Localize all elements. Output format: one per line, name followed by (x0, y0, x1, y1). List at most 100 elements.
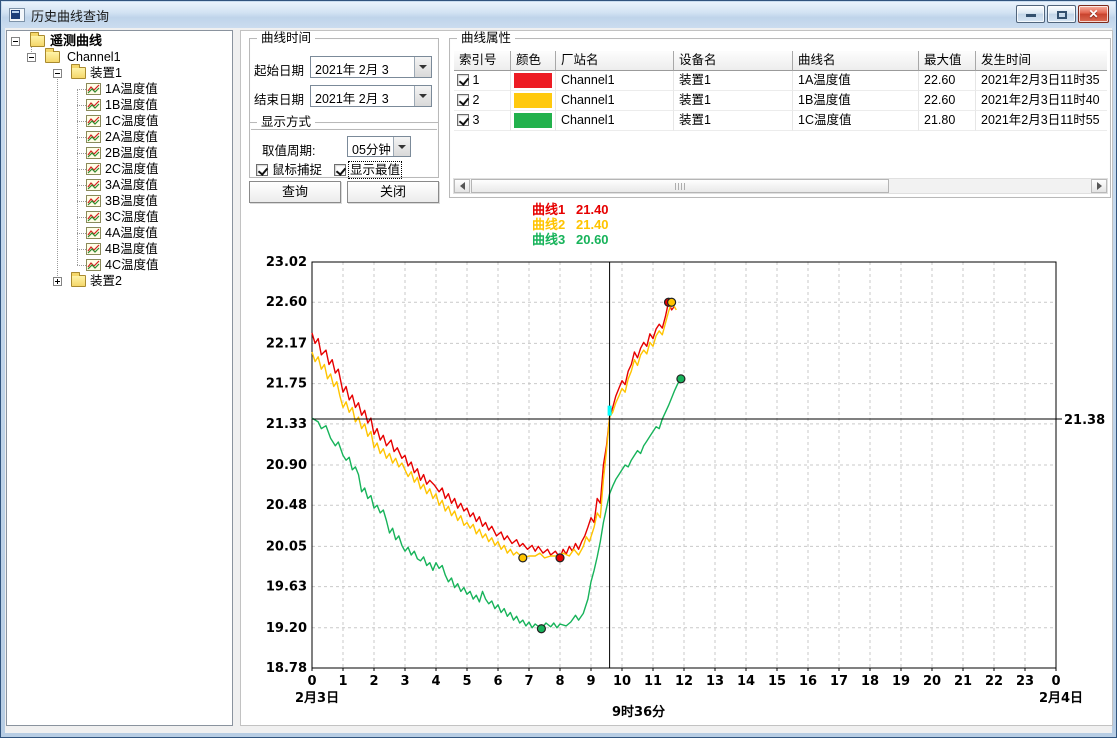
collapse-icon[interactable] (27, 53, 36, 62)
collapse-icon[interactable] (11, 37, 20, 46)
table-body: 1Channel1装置11A温度值22.602021年2月3日11时35 2Ch… (454, 71, 1107, 131)
folder-icon (45, 51, 60, 63)
close-dialog-button[interactable]: 关闭 (347, 181, 439, 203)
col-header-curve[interactable]: 曲线名 (793, 51, 919, 71)
row-time: 2021年2月3日11时35 (976, 71, 1107, 91)
start-date-dropdown-button[interactable] (414, 57, 431, 77)
app-icon (9, 8, 25, 22)
tree-item-2A温度值[interactable]: 2A温度值 (7, 129, 232, 145)
y-tick-label: 20.05 (266, 539, 307, 554)
tree-item-device2[interactable]: 装置2 (7, 273, 232, 289)
row-index: 1 (472, 73, 479, 87)
legend-entry-3: 曲线320.60 (532, 232, 609, 247)
period-label: 取值周期: (262, 140, 315, 159)
tree-item-4A温度值[interactable]: 4A温度值 (7, 225, 232, 241)
show-extremes-label: 显示最值 (350, 163, 400, 177)
end-date-dropdown-button[interactable] (414, 86, 431, 106)
x-tick-label: 23 (1016, 674, 1034, 689)
col-header-index[interactable]: 索引号 (454, 51, 511, 71)
close-button[interactable]: ✕ (1078, 5, 1109, 23)
x-tick-label: 8 (555, 674, 564, 689)
table-row-1A温度值[interactable]: 1Channel1装置11A温度值22.602021年2月3日11时35 (454, 71, 1107, 91)
row-max: 22.60 (919, 71, 976, 91)
period-select[interactable]: 05分钟 (347, 136, 411, 157)
row-color-cell (511, 111, 556, 131)
row-time: 2021年2月3日11时55 (976, 111, 1107, 131)
maximize-button[interactable] (1047, 5, 1076, 23)
tree-item-root[interactable]: 遥测曲线 (7, 33, 232, 49)
chevron-down-icon (419, 65, 427, 69)
arrow-left-icon (460, 182, 465, 190)
scrollbar-thumb[interactable] (471, 179, 889, 193)
show-extremes-option: 显示最值 (334, 159, 400, 179)
start-date-select[interactable]: 2021年 2月 3 (310, 56, 432, 78)
x-tick-label: 10 (613, 674, 631, 689)
tree-connector (77, 153, 86, 154)
tree-item-1B温度值[interactable]: 1B温度值 (7, 97, 232, 113)
x-tick-label: 11 (644, 674, 662, 689)
tree-item-channel1[interactable]: Channel1 (7, 49, 232, 65)
expand-icon[interactable] (53, 277, 62, 286)
col-header-max[interactable]: 最大值 (919, 51, 976, 71)
curve-icon (86, 115, 101, 127)
row-checkbox[interactable] (457, 114, 469, 126)
row-station: Channel1 (556, 111, 674, 131)
tree-connector (77, 233, 86, 234)
tree-item-4B温度值[interactable]: 4B温度值 (7, 241, 232, 257)
display-mode-group: 显示方式 取值周期: 05分钟 鼠标捕捉 显示最值 (249, 122, 439, 178)
end-date-select[interactable]: 2021年 2月 3 (310, 85, 432, 107)
query-button[interactable]: 查询 (249, 181, 341, 203)
minimize-button[interactable] (1016, 5, 1045, 23)
x-tick-label: 15 (768, 674, 786, 689)
tree-item-3A温度值[interactable]: 3A温度值 (7, 177, 232, 193)
col-header-device[interactable]: 设备名 (674, 51, 793, 71)
row-station: Channel1 (556, 91, 674, 111)
curve-icon (86, 83, 101, 95)
col-header-station[interactable]: 厂站名 (556, 51, 674, 71)
x-tick-label: 0 (307, 674, 316, 689)
legend-entry-1: 曲线121.40 (532, 202, 609, 217)
legend-label: 曲线1 (532, 202, 576, 217)
folder-icon (71, 67, 86, 79)
collapse-icon[interactable] (53, 69, 62, 78)
row-curve: 1C温度值 (793, 111, 919, 131)
table-row-1C温度值[interactable]: 3Channel1装置11C温度值21.802021年2月3日11时55 (454, 111, 1107, 131)
chart-area: 23.0222.6022.1721.7521.3320.9020.4820.05… (241, 249, 1113, 727)
tree-item-device1[interactable]: 装置1 (7, 65, 232, 81)
tree-leaf-label: 1A温度值 (105, 81, 158, 97)
row-curve: 1B温度值 (793, 91, 919, 111)
row-checkbox[interactable] (457, 94, 469, 106)
history-curve-chart: 23.0222.6022.1721.7521.3320.9020.4820.05… (241, 249, 1113, 727)
x-tick-label: 2 (369, 674, 378, 689)
display-mode-title: 显示方式 (257, 115, 315, 129)
title-bar[interactable]: 历史曲线查询 ✕ (2, 2, 1115, 28)
table-hscrollbar[interactable] (453, 178, 1108, 194)
legend-value: 21.40 (576, 217, 609, 232)
period-dropdown-button[interactable] (393, 137, 410, 156)
tree-device1-label: 装置1 (90, 65, 122, 81)
x-tick-label: 16 (799, 674, 817, 689)
mouse-capture-checkbox[interactable] (256, 164, 268, 176)
x-tick-label: 18 (861, 674, 879, 689)
tree-leaf-label: 2A温度值 (105, 129, 158, 145)
row-checkbox[interactable] (457, 74, 469, 86)
tree-item-2B温度值[interactable]: 2B温度值 (7, 145, 232, 161)
tree-item-1C温度值[interactable]: 1C温度值 (7, 113, 232, 129)
row-index-cell: 1 (454, 71, 511, 91)
tree-item-3B温度值[interactable]: 3B温度值 (7, 193, 232, 209)
row-curve: 1A温度值 (793, 71, 919, 91)
show-extremes-checkbox[interactable] (334, 164, 346, 176)
scroll-right-button[interactable] (1091, 179, 1107, 193)
tree-item-3C温度值[interactable]: 3C温度值 (7, 209, 232, 225)
scroll-left-button[interactable] (454, 179, 470, 193)
min-marker-series-3 (537, 625, 545, 633)
col-header-color[interactable]: 颜色 (511, 51, 556, 71)
table-row-1B温度值[interactable]: 2Channel1装置11B温度值22.602021年2月3日11时40 (454, 91, 1107, 111)
tree-item-4C温度值[interactable]: 4C温度值 (7, 257, 232, 273)
tree-channel-label: Channel1 (67, 49, 121, 65)
tree-item-2C温度值[interactable]: 2C温度值 (7, 161, 232, 177)
tree-item-1A温度值[interactable]: 1A温度值 (7, 81, 232, 97)
chevron-down-icon (419, 94, 427, 98)
tree-connector (77, 121, 86, 122)
col-header-time[interactable]: 发生时间 (976, 51, 1107, 71)
